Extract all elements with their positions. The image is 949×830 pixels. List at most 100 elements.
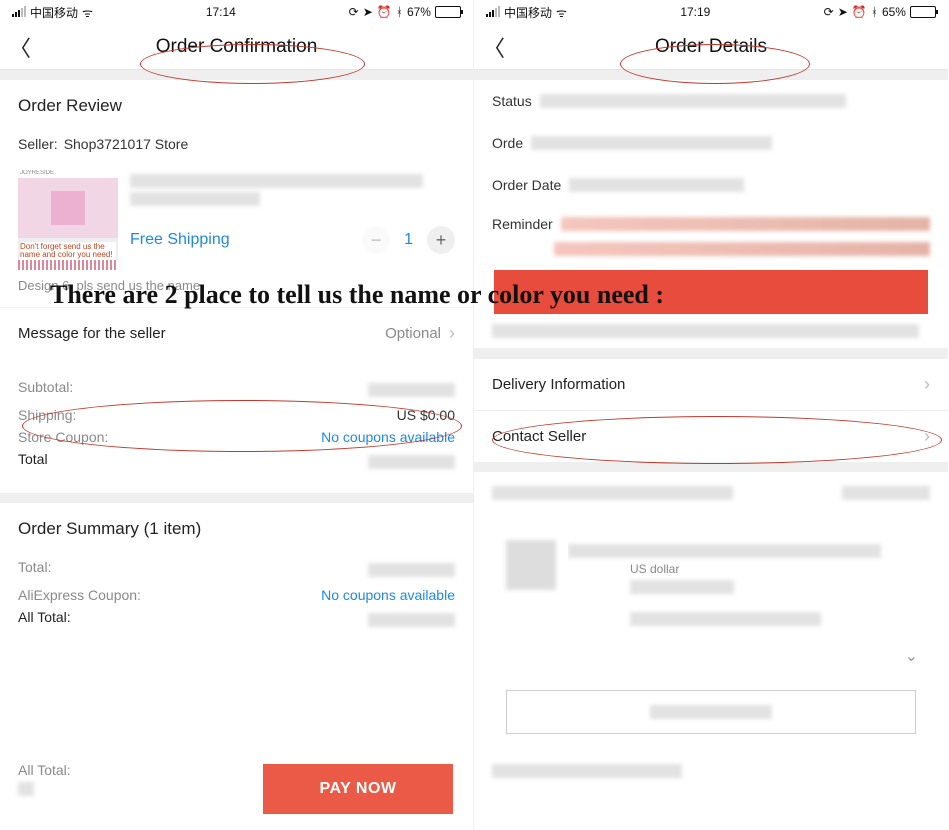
chevron-right-icon: › xyxy=(449,323,455,344)
footer-all-total: All Total: xyxy=(18,762,71,800)
redacted-text xyxy=(492,486,733,500)
redacted-text xyxy=(569,178,744,192)
product-thumbnail[interactable] xyxy=(506,540,556,590)
summary-block: Total: AliExpress Coupon: No coupons avai… xyxy=(0,549,473,651)
thumb-brand: JOYRESIDE xyxy=(18,170,118,178)
product-thumbnail[interactable]: JOYRESIDE Don't forget send us the name … xyxy=(18,170,118,270)
chevron-right-icon: › xyxy=(924,374,930,395)
redacted-text xyxy=(540,94,847,108)
currency-note: US dollar xyxy=(630,562,916,576)
location-icon: ➤ xyxy=(838,5,848,19)
free-shipping-label[interactable]: Free Shipping xyxy=(130,231,230,249)
shipping-label: Shipping: xyxy=(18,407,76,423)
order-review-title: Order Review xyxy=(0,80,473,126)
thumb-note: Don't forget send us the name and color … xyxy=(20,242,116,260)
battery-icon xyxy=(435,6,461,18)
qty-plus-button[interactable]: + xyxy=(427,226,455,254)
instruction-overlay: There are 2 place to tell us the name or… xyxy=(50,280,929,310)
seller-name: Shop3721017 Store xyxy=(64,136,189,152)
status-row: Status xyxy=(474,80,948,122)
location-icon: ➤ xyxy=(363,5,373,19)
redacted-text xyxy=(561,217,930,231)
contact-seller-row[interactable]: Contact Seller › xyxy=(474,410,948,462)
order-label: Orde xyxy=(492,135,523,151)
redacted-text xyxy=(130,174,423,188)
battery-icon xyxy=(910,6,936,18)
pay-now-button[interactable]: PAY NOW xyxy=(263,764,453,814)
ali-coupon-label: AliExpress Coupon: xyxy=(18,587,141,603)
phone-order-confirmation: 中国移动 ᯤ 17:14 ⟳ ➤ ⏰ ᚼ 67% 〈 Order Confirm… xyxy=(0,0,474,830)
option-select[interactable] xyxy=(506,690,916,734)
contact-seller-label: Contact Seller xyxy=(492,428,586,445)
status-bar: 中国移动 ᯤ 17:19 ⟳ ➤ ⏰ ᚼ 65% xyxy=(474,0,948,24)
signal-icon xyxy=(486,7,500,17)
orientation-lock-icon: ⟳ xyxy=(349,5,359,19)
bluetooth-icon: ᚼ xyxy=(871,5,878,19)
status-time: 17:14 xyxy=(206,5,236,19)
separator xyxy=(0,70,473,80)
chevron-down-icon[interactable]: ⌄ xyxy=(905,646,918,666)
summary-total-label: Total: xyxy=(18,559,51,581)
message-seller-row[interactable]: Message for the seller Optional › xyxy=(0,307,473,359)
delivery-info-row[interactable]: Delivery Information › xyxy=(474,358,948,410)
redacted-text xyxy=(630,612,821,626)
redacted-price xyxy=(368,455,455,469)
header: 〈 Order Details xyxy=(474,24,948,70)
separator xyxy=(0,493,473,503)
order-date-row: Order Date xyxy=(474,164,948,206)
delivery-info-label: Delivery Information xyxy=(492,376,625,393)
redacted-text xyxy=(492,324,919,338)
message-seller-hint: Optional xyxy=(385,325,441,342)
store-coupon-value[interactable]: No coupons available xyxy=(321,429,455,445)
status-label: Status xyxy=(492,93,532,109)
separator xyxy=(474,70,948,80)
separator xyxy=(474,348,948,358)
phone-order-details: 中国移动 ᯤ 17:19 ⟳ ➤ ⏰ ᚼ 65% 〈 Order Details… xyxy=(474,0,948,830)
subtotal-label: Subtotal: xyxy=(18,379,73,401)
product-row[interactable]: JOYRESIDE Don't forget send us the name … xyxy=(0,162,473,276)
redacted-price xyxy=(18,782,34,796)
store-row xyxy=(474,472,948,514)
redacted-text xyxy=(492,764,682,778)
footer-all-total-label: All Total: xyxy=(18,762,71,778)
page-title: Order Details xyxy=(474,36,948,58)
reminder-label: Reminder xyxy=(492,216,553,232)
order-row: Orde xyxy=(474,122,948,164)
redacted-price xyxy=(368,563,455,577)
shipping-value: US $0.00 xyxy=(397,407,455,423)
redacted-price xyxy=(368,613,455,627)
redacted-text xyxy=(554,242,930,256)
quantity-stepper[interactable]: − 1 + xyxy=(362,226,455,254)
status-time: 17:19 xyxy=(680,5,710,19)
redacted-text xyxy=(531,136,772,150)
seller-row: Seller: Shop3721017 Store xyxy=(0,126,473,162)
ali-coupon-value[interactable]: No coupons available xyxy=(321,587,455,603)
header: 〈 Order Confirmation xyxy=(0,24,473,70)
redacted-text xyxy=(568,544,881,558)
status-bar: 中国移动 ᯤ 17:14 ⟳ ➤ ⏰ ᚼ 67% xyxy=(0,0,473,24)
wifi-icon: ᯤ xyxy=(82,4,93,21)
orientation-lock-icon: ⟳ xyxy=(824,5,834,19)
battery-pct: 67% xyxy=(407,5,431,19)
order-summary-title: Order Summary (1 item) xyxy=(0,503,473,549)
qty-value: 1 xyxy=(404,231,413,249)
carrier-label: 中国移动 xyxy=(504,4,552,21)
qty-minus-button[interactable]: − xyxy=(362,226,390,254)
product-card: US dollar ⌄ xyxy=(492,526,930,748)
redacted-text xyxy=(630,580,734,594)
alarm-icon: ⏰ xyxy=(377,5,392,19)
separator xyxy=(474,462,948,472)
message-seller-label: Message for the seller xyxy=(18,325,166,342)
alarm-icon: ⏰ xyxy=(852,5,867,19)
reminder-row: Reminder xyxy=(474,206,948,242)
carrier-label: 中国移动 xyxy=(30,4,78,21)
product-info: Free Shipping − 1 + xyxy=(130,170,455,270)
redacted-text xyxy=(842,486,930,500)
bluetooth-icon: ᚼ xyxy=(396,5,403,19)
all-total-label: All Total: xyxy=(18,609,71,631)
order-date-label: Order Date xyxy=(492,177,561,193)
total-label: Total xyxy=(18,451,48,473)
redacted-text xyxy=(130,192,260,206)
price-block: Subtotal: Shipping:US $0.00 Store Coupon… xyxy=(0,359,473,493)
redacted-text xyxy=(650,705,772,719)
